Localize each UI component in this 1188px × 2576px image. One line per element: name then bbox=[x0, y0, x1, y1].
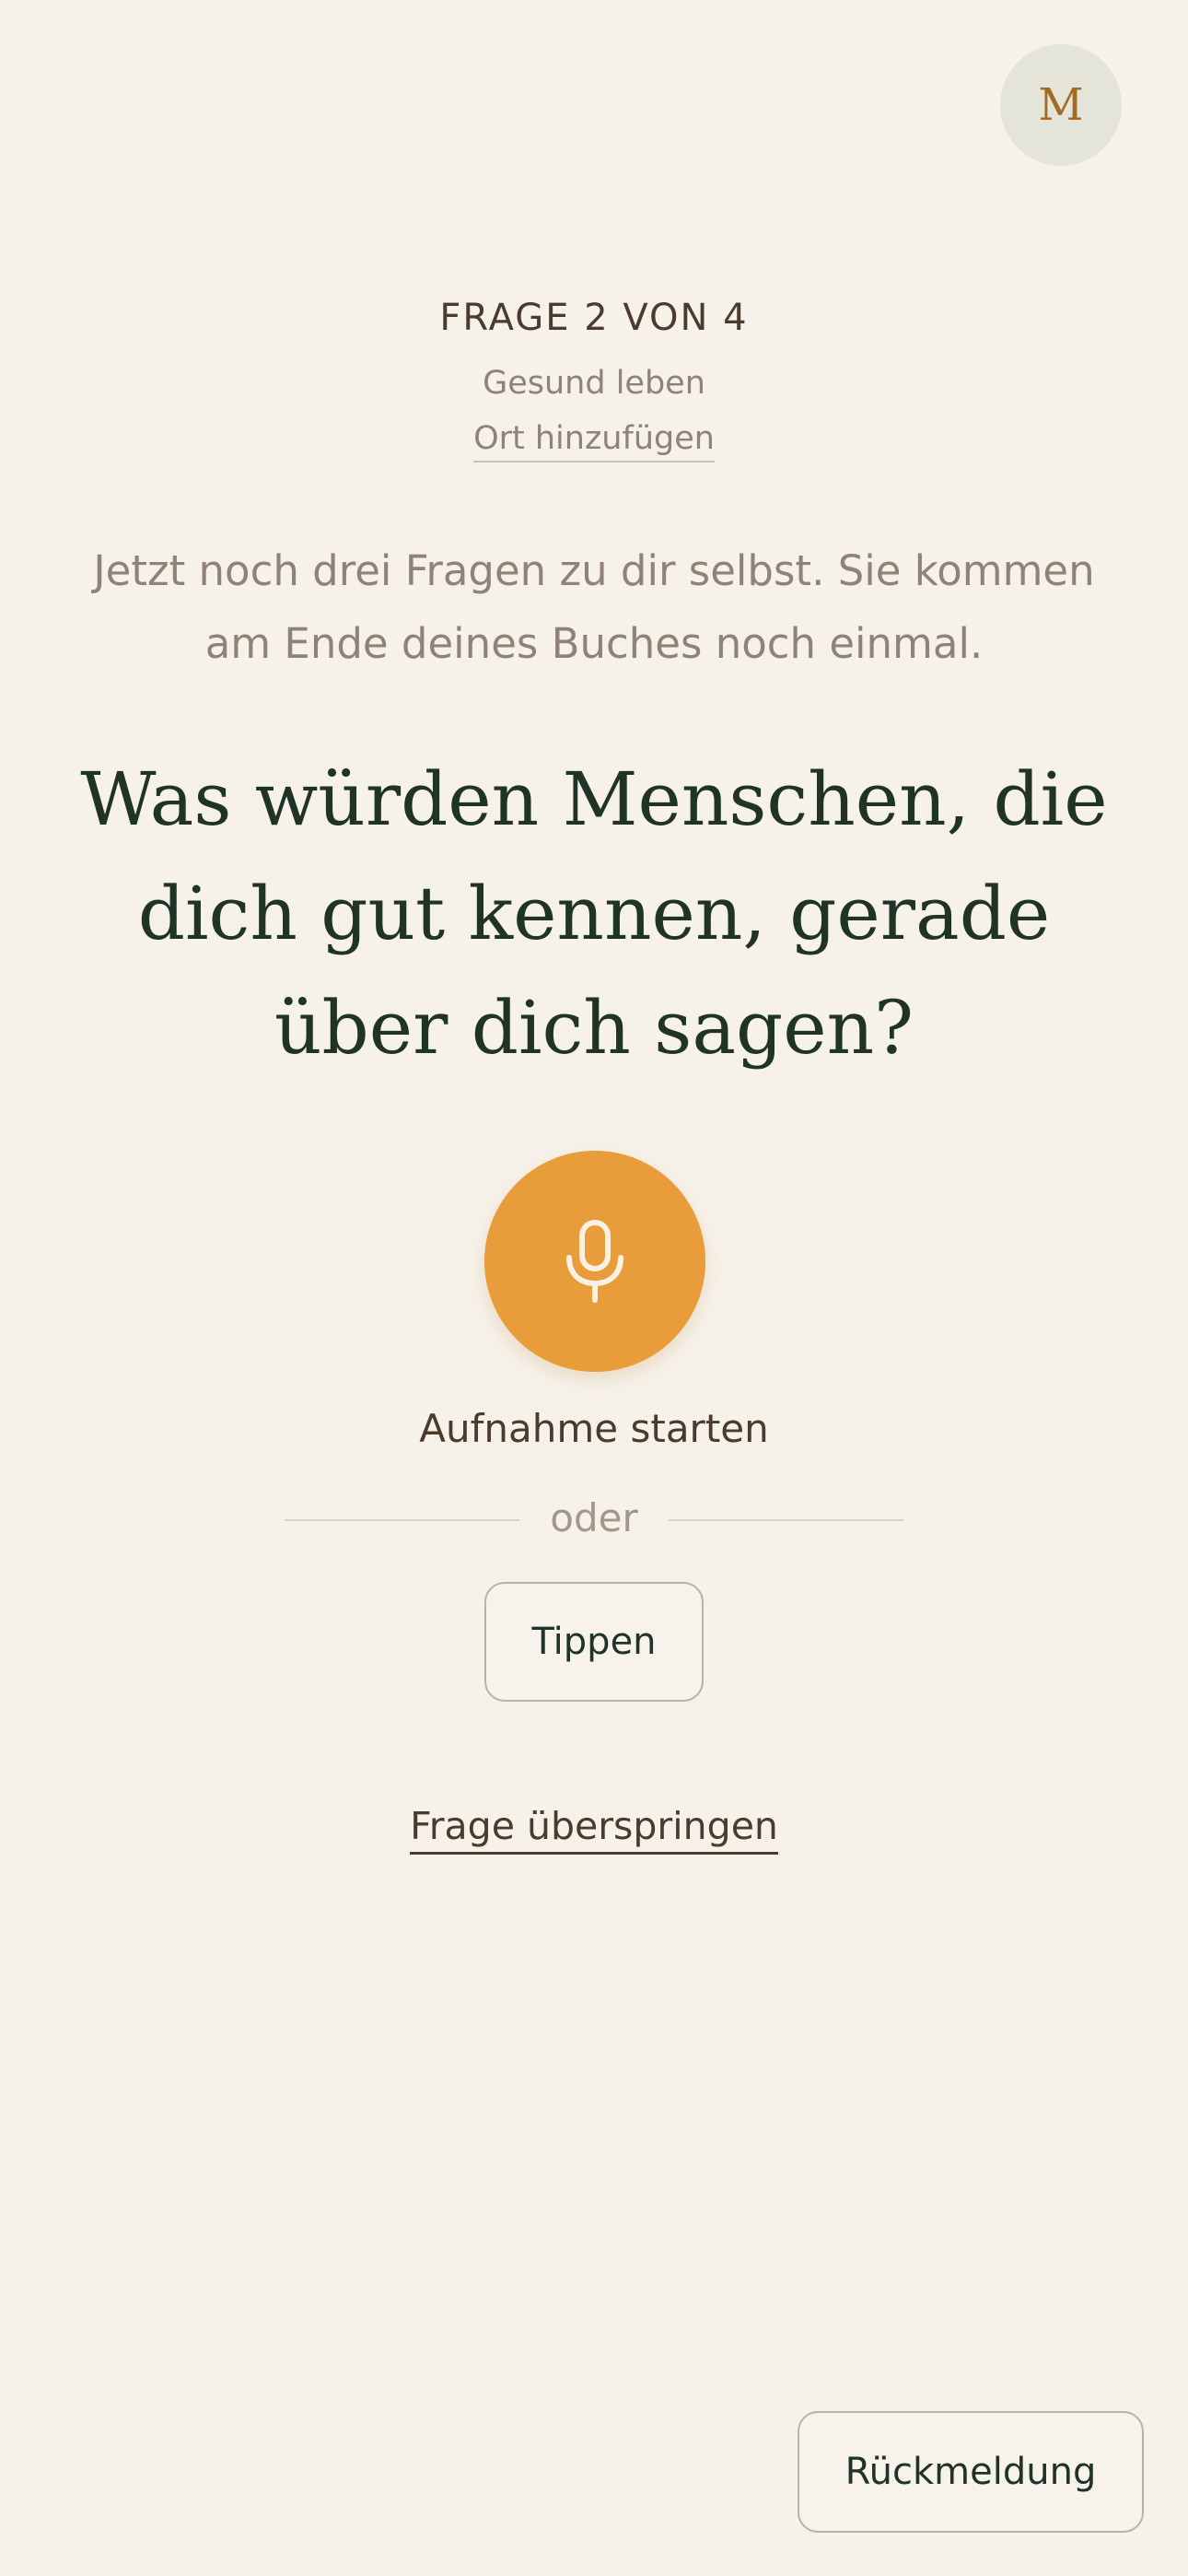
avatar[interactable]: M bbox=[1000, 44, 1122, 166]
add-location-link[interactable]: Ort hinzufügen bbox=[473, 420, 715, 463]
microphone-icon bbox=[566, 1220, 623, 1303]
skip-question-container: Frage überspringen bbox=[0, 1804, 1188, 1855]
question-text: Was würden Menschen, die dich gut kennen… bbox=[80, 756, 1108, 1071]
add-location-container: Ort hinzufügen bbox=[0, 420, 1188, 463]
record-button[interactable] bbox=[484, 1151, 705, 1372]
type-answer-button[interactable]: Tippen bbox=[484, 1582, 704, 1702]
divider-line-right bbox=[669, 1519, 903, 1521]
skip-question-link[interactable]: Frage überspringen bbox=[410, 1804, 778, 1855]
feedback-button[interactable]: Rückmeldung bbox=[798, 2411, 1144, 2533]
question-progress: FRAGE 2 VON 4 bbox=[439, 297, 749, 339]
record-label: Aufnahme starten bbox=[419, 1406, 769, 1451]
question-category: Gesund leben bbox=[483, 365, 705, 402]
intro-text: Jetzt noch drei Fragen zu dir selbst. Si… bbox=[93, 546, 1095, 668]
divider-or-text: oder bbox=[550, 1495, 638, 1540]
